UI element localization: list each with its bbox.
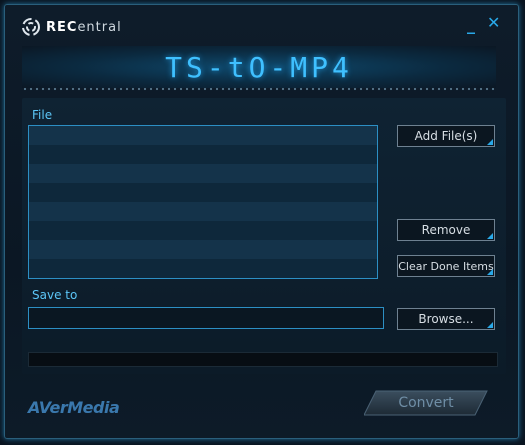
remove-button[interactable]: Remove [397,219,495,241]
add-files-button[interactable]: Add File(s) [397,125,495,147]
clear-done-items-button[interactable]: Clear Done Items [397,255,495,277]
file-label: File [32,108,53,122]
brand-name: RECentral [46,19,122,35]
title-banner: TS-tO-MP4 [22,46,496,88]
file-list[interactable] [28,125,378,279]
save-path-input[interactable] [28,307,384,329]
dotted-divider [22,87,496,91]
avermedia-logo: AVerMedia [28,398,120,417]
convert-button[interactable]: Convert [364,390,488,416]
app-title: TS-tO-MP4 [165,50,353,84]
recentral-swirl-icon [22,18,40,36]
progress-bar [28,352,498,367]
brand: RECentral [20,14,122,40]
save-to-label: Save to [32,288,78,302]
close-icon[interactable]: ✕ [487,14,500,32]
browse-button[interactable]: Browse... [397,308,495,330]
convert-label: Convert [398,395,454,411]
minimize-icon[interactable]: _ [467,16,475,34]
